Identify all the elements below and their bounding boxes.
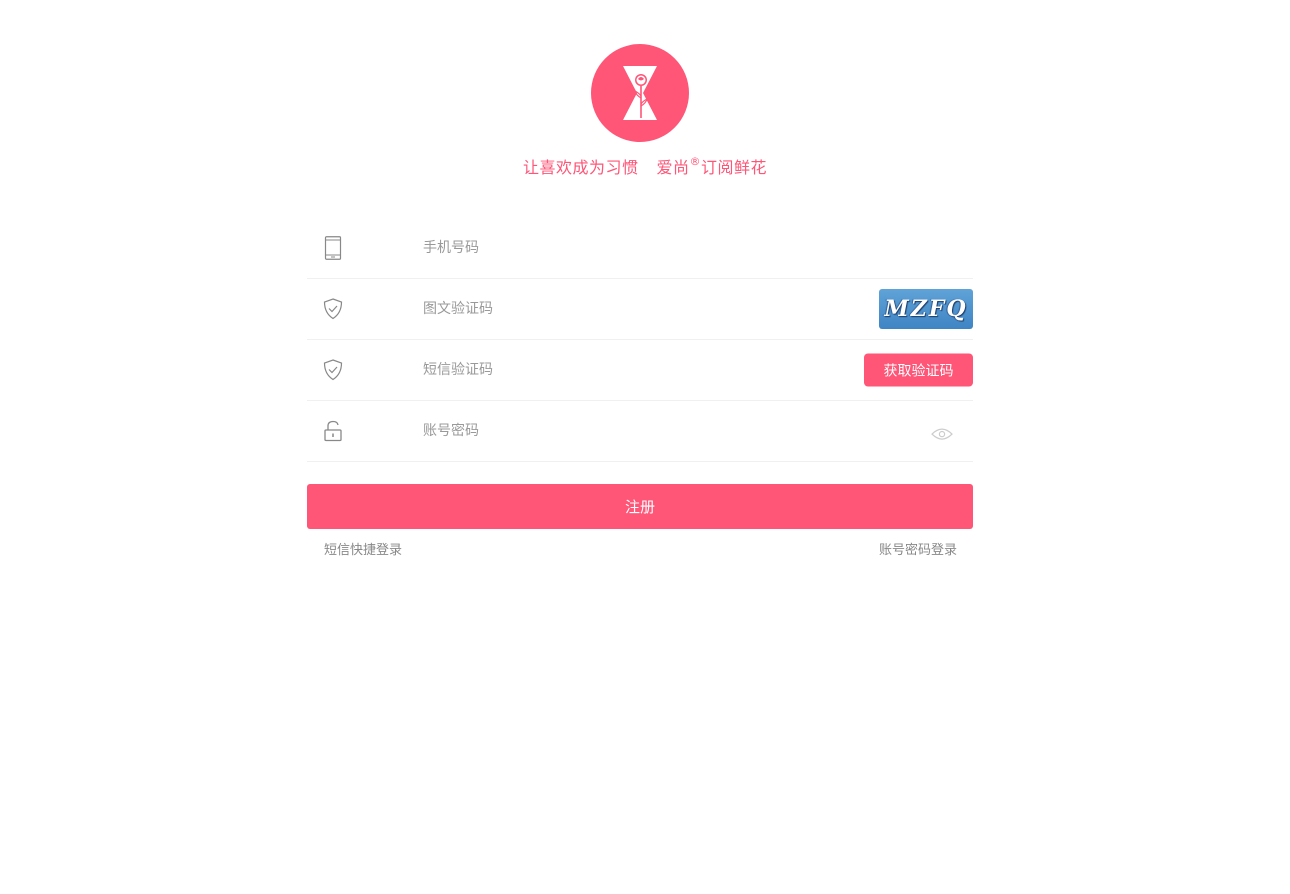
- image-captcha-row: MZFQ: [307, 279, 973, 340]
- registered-mark: ®: [689, 154, 701, 168]
- password-login-link[interactable]: 账号密码登录: [879, 539, 957, 558]
- password-input[interactable]: [423, 416, 843, 446]
- register-form: MZFQ 获取验证码: [307, 218, 973, 567]
- sms-code-row: 获取验证码: [307, 340, 973, 401]
- captcha-image[interactable]: MZFQ: [879, 289, 973, 329]
- password-row: [307, 401, 973, 462]
- get-sms-code-button[interactable]: 获取验证码: [864, 353, 973, 387]
- register-button[interactable]: 注册: [307, 484, 973, 529]
- rose-hourglass-logo-icon: [591, 44, 689, 142]
- register-page: 让喜欢成为习惯爱尚®订阅鲜花 MZ: [0, 0, 1290, 894]
- login-links: 短信快捷登录 账号密码登录: [307, 537, 973, 567]
- phone-row: [307, 218, 973, 279]
- sms-code-input[interactable]: [423, 355, 843, 385]
- slogan: 让喜欢成为习惯 爱尚®订阅鲜花: [0, 154, 1290, 178]
- eye-icon[interactable]: [931, 426, 953, 440]
- shield-check-icon: [323, 358, 343, 382]
- image-captcha-input[interactable]: [423, 294, 843, 324]
- slogan-part-2a: 爱尚: [656, 158, 690, 177]
- mobile-phone-icon: [323, 236, 343, 260]
- shield-check-icon: [323, 297, 343, 321]
- unlock-icon: [323, 419, 343, 443]
- phone-input[interactable]: [423, 233, 843, 263]
- slogan-part-2b: 订阅鲜花: [701, 158, 768, 177]
- sms-login-link[interactable]: 短信快捷登录: [324, 539, 402, 558]
- slogan-part-1: 让喜欢成为习惯: [522, 158, 639, 177]
- captcha-text: MZFQ: [884, 296, 968, 322]
